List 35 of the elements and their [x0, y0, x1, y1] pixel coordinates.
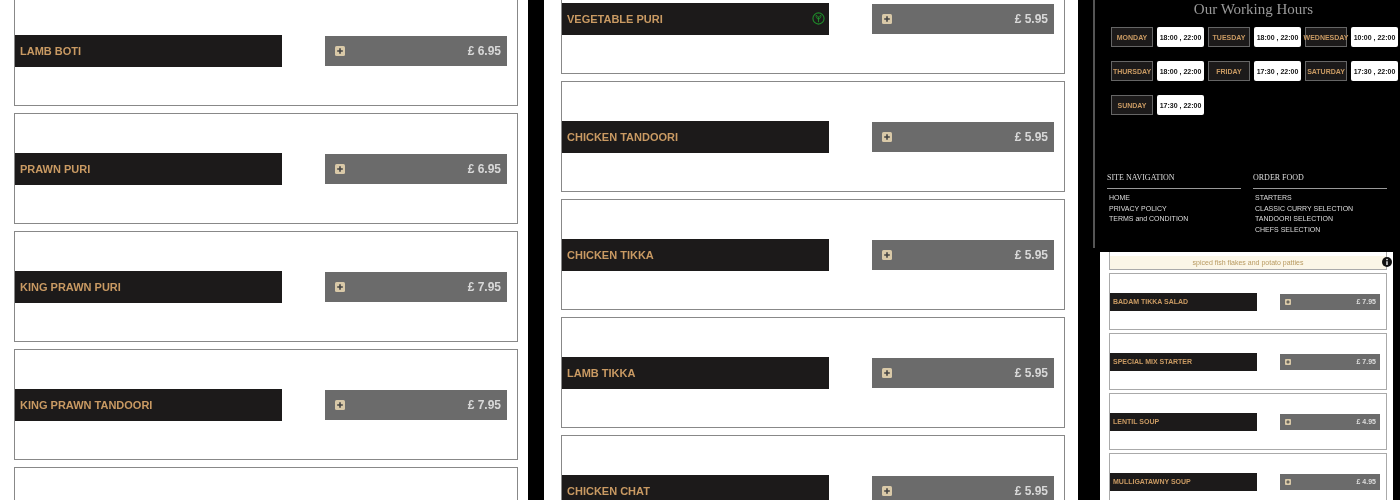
dish-name: PRAWN PURI [15, 152, 282, 185]
plus-icon [1285, 358, 1291, 365]
dish-name: LAMB TIKKA [562, 356, 829, 389]
plus-icon [1285, 298, 1291, 305]
add-to-cart-button[interactable]: £ 5.95 [872, 475, 1054, 500]
dish-name: VEGETABLE PURI [562, 2, 829, 35]
plus-icon [882, 131, 892, 142]
dish-name: CHICKEN CHAT [562, 474, 829, 500]
dish-name: CHICKEN TIKKA [562, 238, 829, 271]
section-title: Our Working Hours [1192, 1, 1315, 19]
nav-heading: ORDER FOOD [1253, 173, 1387, 189]
plus-icon [335, 399, 345, 410]
add-to-cart-button[interactable]: £ 6.95 [325, 153, 507, 184]
plus-icon [882, 367, 892, 378]
plus-icon [882, 249, 892, 260]
dish-name: LAMB BOTI [15, 34, 282, 67]
plus-icon [882, 485, 892, 496]
add-to-cart-button[interactable]: £ 5.95 [872, 121, 1054, 152]
add-to-cart-button[interactable]: £ 6.95 [325, 35, 507, 66]
dish-name: CHICKEN TANDOORI [562, 120, 829, 153]
info-icon[interactable] [1382, 257, 1392, 267]
add-to-cart-button[interactable]: £ 5.95 [872, 357, 1054, 388]
add-to-cart-button[interactable]: £ 7.95 [325, 389, 507, 420]
add-to-cart-button[interactable]: £ 7.95 [325, 271, 507, 302]
plus-icon [335, 163, 345, 174]
dish-name: KING PRAWN TANDOORI [15, 388, 282, 421]
plus-icon [1285, 478, 1291, 485]
add-to-cart-button[interactable]: £ 5.95 [872, 3, 1054, 34]
nav-heading: SITE NAVIGATION [1107, 173, 1241, 189]
plus-icon [335, 45, 345, 56]
plus-icon [1285, 418, 1291, 425]
plus-icon [335, 281, 345, 292]
dish-name: KING PRAWN PURI [15, 270, 282, 303]
add-to-cart-button[interactable]: £ 5.95 [872, 239, 1054, 270]
plus-icon [882, 13, 892, 24]
